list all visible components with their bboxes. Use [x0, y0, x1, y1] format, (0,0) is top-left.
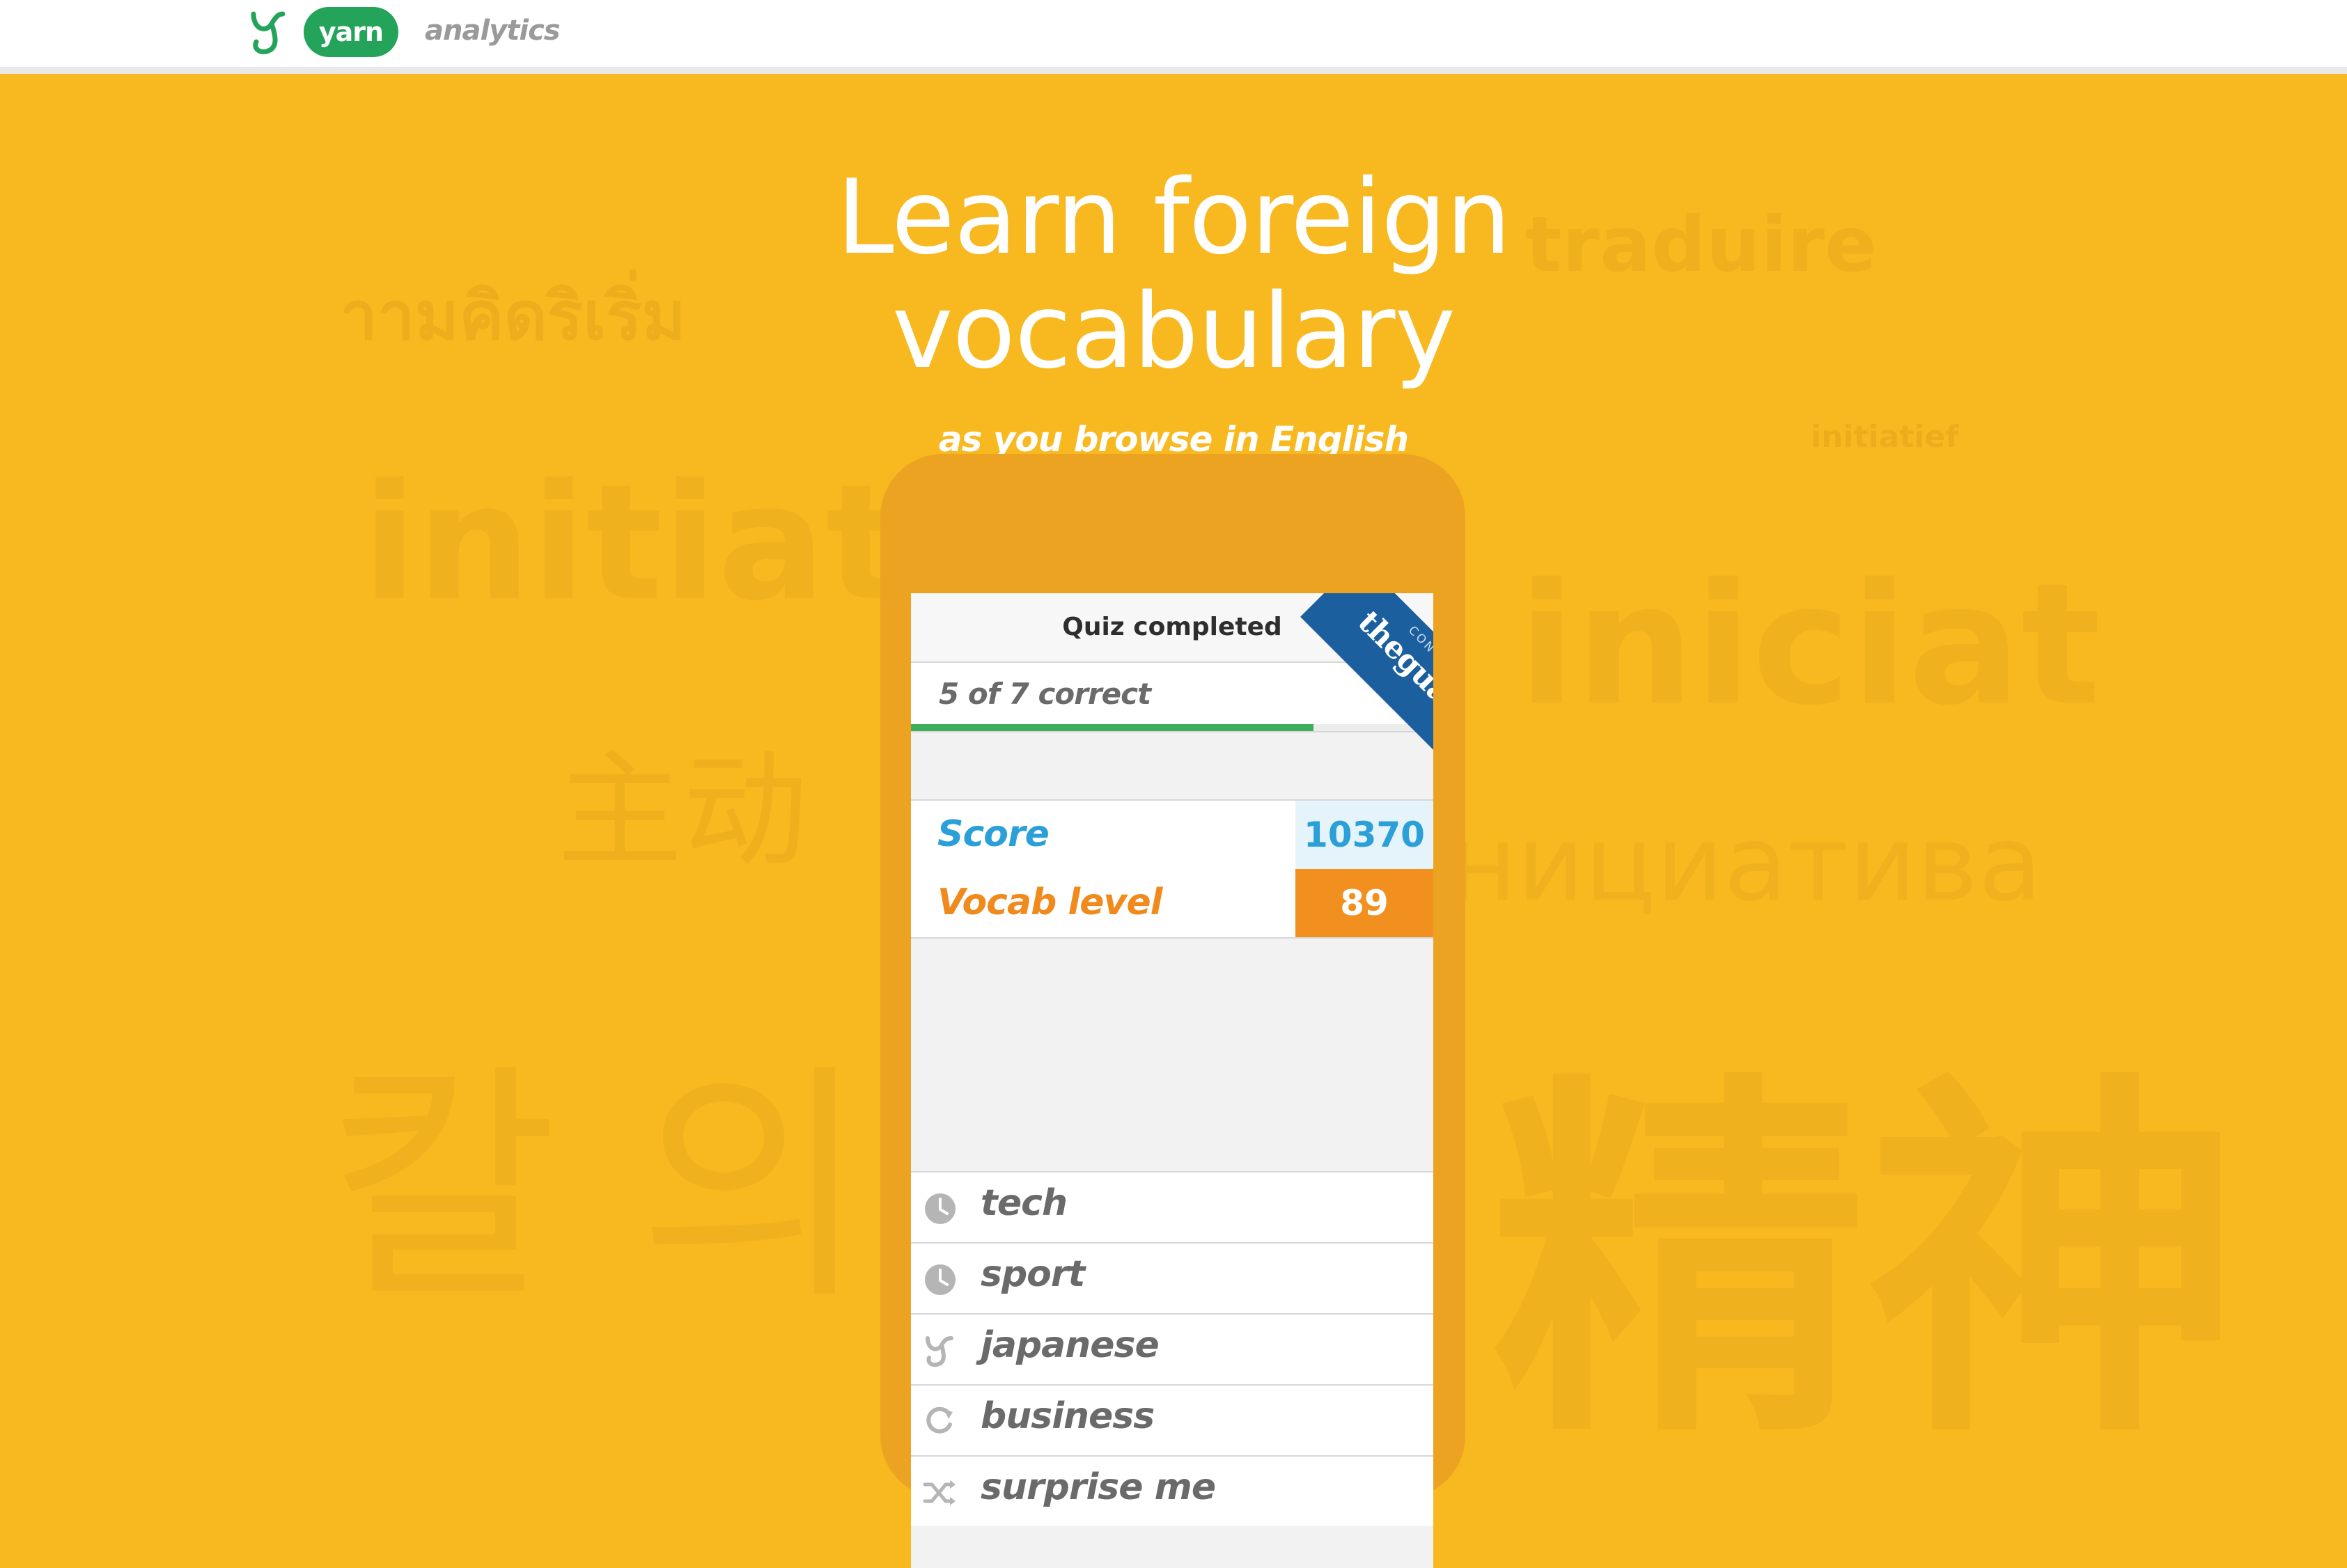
- topic-item-surprise-me[interactable]: surprise me: [911, 1455, 1433, 1526]
- topic-item-sport[interactable]: sport: [911, 1242, 1433, 1313]
- vocab-level-row: Vocab level 89: [911, 869, 1433, 939]
- phone-screen: Quiz completed 5 of 7 correct CONTENT FR…: [911, 593, 1433, 1568]
- yarn-logo-icon[interactable]: [248, 8, 288, 57]
- quiz-progress-fill: [911, 724, 1313, 731]
- background-word: 칼 의: [327, 1042, 868, 1333]
- background-word: าามคิดริเริ่ม: [340, 277, 686, 355]
- quiz-result-text: 5 of 7 correct: [939, 677, 1151, 711]
- nav-analytics-link[interactable]: analytics: [425, 10, 561, 52]
- vocab-level-value: 89: [1295, 869, 1433, 937]
- background-word: нициатива: [1449, 803, 2043, 925]
- clock-icon: [925, 1193, 956, 1224]
- topic-label: japanese: [981, 1324, 1160, 1366]
- yarn-logo-icon: [926, 1336, 953, 1367]
- shuffle-icon: [923, 1480, 956, 1505]
- background-word: iniciat: [1518, 547, 2101, 742]
- top-navbar: yarn analytics: [0, 0, 2347, 74]
- topic-list: tech sport japanese business surprise me: [911, 1171, 1433, 1526]
- topic-item-tech[interactable]: tech: [911, 1171, 1433, 1242]
- topic-item-business[interactable]: business: [911, 1384, 1433, 1455]
- topic-label: sport: [981, 1253, 1085, 1295]
- brand-pill[interactable]: yarn: [304, 7, 398, 57]
- topic-label: business: [981, 1395, 1155, 1437]
- clock-icon: [925, 1264, 956, 1295]
- refresh-icon: [926, 1406, 953, 1434]
- topic-label: tech: [981, 1182, 1068, 1224]
- topic-label: surprise me: [981, 1466, 1216, 1508]
- quiz-progress-bar: [911, 724, 1433, 731]
- topic-item-japanese[interactable]: japanese: [911, 1313, 1433, 1384]
- score-label: Score: [937, 813, 1050, 855]
- background-word: 主动: [557, 739, 809, 884]
- background-word: initiatief: [1811, 419, 1959, 455]
- score-value: 10370: [1295, 801, 1433, 869]
- hero-headline: Learn foreign vocabulary: [836, 157, 1511, 391]
- score-row: Score 10370: [911, 799, 1433, 870]
- quiz-result-row: 5 of 7 correct: [911, 663, 1433, 732]
- vocab-level-label: Vocab level: [937, 881, 1163, 923]
- background-word: 精神: [1490, 1046, 2243, 1483]
